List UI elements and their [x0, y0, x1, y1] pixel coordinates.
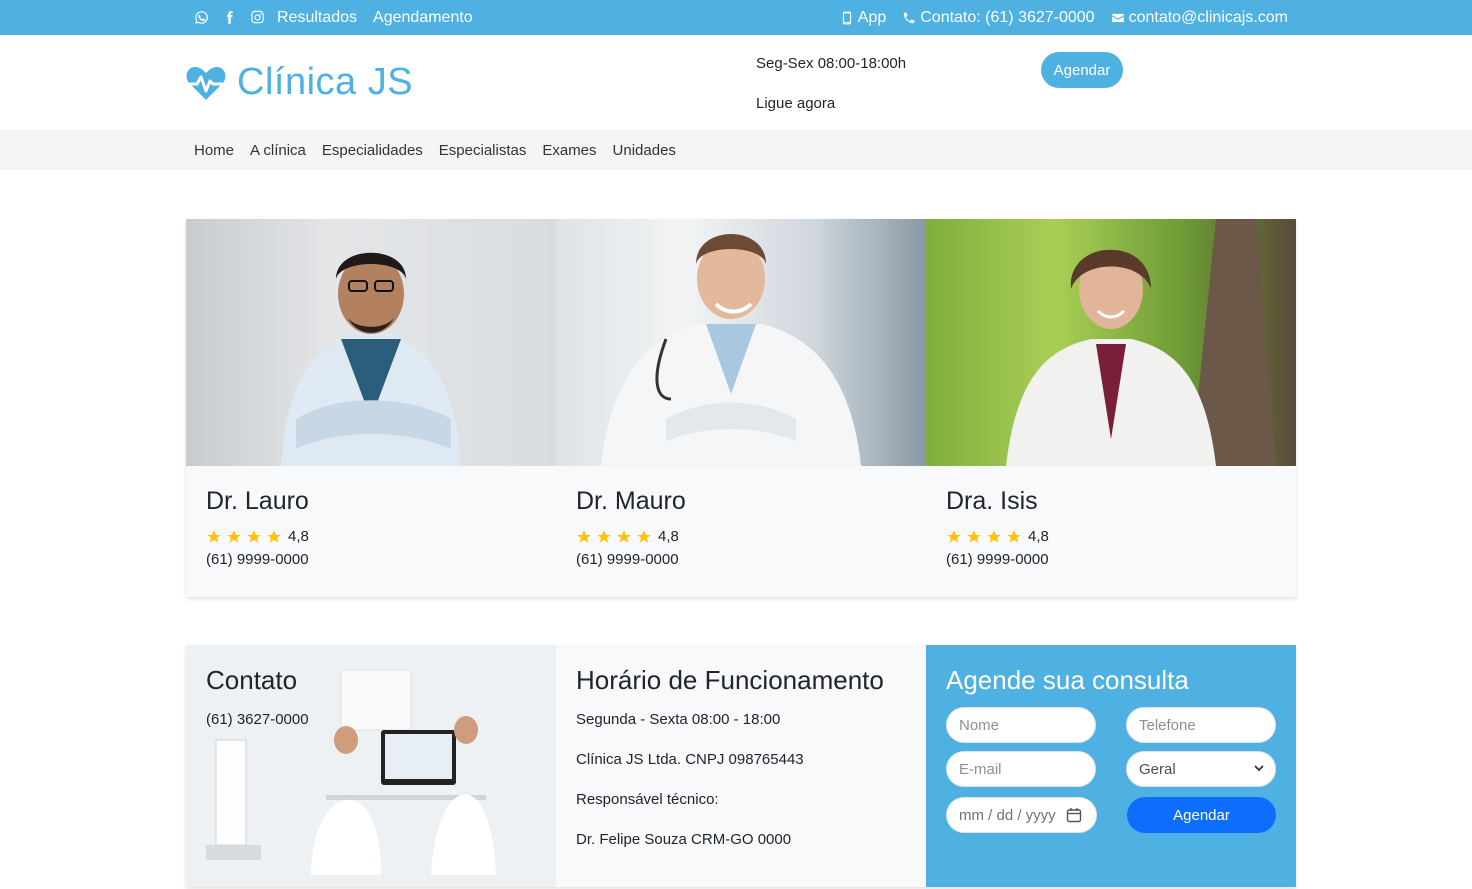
top-bar-right: App Contato: (61) 3627-0000 contato@clin…: [824, 0, 1288, 35]
contact-panel: Contato (61) 3627-0000: [186, 645, 556, 887]
instagram-icon[interactable]: [249, 10, 265, 26]
doctor-card[interactable]: Dr. Lauro 4,8 (61) 9999-0000: [186, 219, 556, 597]
mobile-icon: [842, 11, 851, 24]
top-bar: Resultados Agendamento App Contato: (61)…: [0, 0, 1472, 35]
top-link-agendamento[interactable]: Agendamento: [373, 9, 473, 27]
star-icon: [637, 529, 651, 543]
doctor-phone: (61) 9999-0000: [576, 551, 679, 568]
rating-value: 4,8: [658, 528, 679, 545]
doctor-photo: [926, 219, 1296, 466]
doctor-card[interactable]: Dr. Mauro 4,8 (61) 9999-0000: [556, 219, 926, 597]
doctor-name: Dra. Isis: [946, 487, 1038, 515]
star-icon: [207, 529, 221, 543]
top-app-link[interactable]: App: [840, 9, 886, 27]
responsible-label: Responsável técnico:: [576, 791, 719, 808]
doctor-photo: [556, 219, 926, 466]
hours-panel: Horário de Funcionamento Segunda - Sexta…: [556, 645, 926, 887]
star-icon: [597, 529, 611, 543]
doctor-cards: Dr. Lauro 4,8 (61) 9999-0000 Dr. Mauro 4…: [186, 219, 1296, 597]
star-icon: [947, 529, 961, 543]
phone-input[interactable]: Telefone: [1126, 707, 1276, 743]
date-placeholder: mm / dd / yyyy: [959, 806, 1056, 824]
top-contact-label: Contato: (61) 3627-0000: [920, 8, 1095, 26]
star-icon: [967, 529, 981, 543]
star-icon: [267, 529, 281, 543]
doctor-card[interactable]: Dra. Isis 4,8 (61) 9999-0000: [926, 219, 1296, 597]
doctor-rating: 4,8: [946, 528, 1049, 545]
doctor-info: Dra. Isis 4,8 (61) 9999-0000: [946, 487, 1049, 568]
form-title: Agende sua consulta: [946, 665, 1189, 695]
hours-line: Segunda - Sexta 08:00 - 18:00: [576, 711, 781, 728]
email-input[interactable]: E-mail: [946, 751, 1096, 787]
nav-item-especialidades[interactable]: Especialidades: [314, 142, 431, 159]
doctor-info: Dr. Mauro 4,8 (61) 9999-0000: [576, 487, 686, 568]
doctor-phone: (61) 9999-0000: [206, 551, 309, 568]
company-line: Clínica JS Ltda. CNPJ 098765443: [576, 751, 804, 768]
doctor-rating: 4,8: [576, 528, 686, 545]
top-link-resultados[interactable]: Resultados: [277, 9, 357, 27]
date-input[interactable]: mm / dd / yyyy: [946, 797, 1097, 833]
nav-item-exames[interactable]: Exames: [534, 142, 604, 159]
doctor-phone: (61) 9999-0000: [946, 551, 1049, 568]
hours-title: Horário de Funcionamento: [576, 665, 884, 695]
star-icon: [617, 529, 631, 543]
schedule-submit-button[interactable]: Agendar: [1127, 797, 1276, 833]
chevron-down-icon: [1254, 765, 1264, 772]
specialty-select-value: Geral: [1139, 760, 1176, 778]
responsible-name: Dr. Felipe Souza CRM-GO 0000: [576, 831, 792, 848]
nav-item-home[interactable]: Home: [186, 142, 242, 159]
top-email-link[interactable]: contato@clinicajs.com: [1111, 9, 1288, 27]
doctor-info: Dr. Lauro 4,8 (61) 9999-0000: [206, 487, 309, 568]
nav-item-clinica[interactable]: A clínica: [242, 142, 314, 159]
contact-phone: (61) 3627-0000: [206, 711, 309, 728]
schedule-form: Agende sua consulta Nome Telefone E-mail…: [926, 645, 1296, 887]
top-contact-link[interactable]: Contato: (61) 3627-0000: [902, 8, 1095, 27]
header-hours: Seg-Sex 08:00-18:00h: [756, 55, 907, 72]
top-app-label: App: [857, 8, 887, 26]
doctor-rating: 4,8: [206, 528, 309, 545]
top-email-label: contato@clinicajs.com: [1128, 8, 1288, 26]
whatsapp-icon[interactable]: [193, 10, 209, 26]
nav-item-unidades[interactable]: Unidades: [605, 142, 684, 159]
star-icon: [987, 529, 1001, 543]
contact-title: Contato: [206, 665, 298, 695]
calendar-icon[interactable]: [1066, 807, 1082, 823]
doctor-photo: [186, 219, 556, 466]
site-header: Clínica JS Seg-Sex 08:00-18:00h Ligue ag…: [0, 35, 1472, 130]
header-call[interactable]: Ligue agora: [756, 95, 835, 112]
doctor-name: Dr. Lauro: [206, 487, 309, 515]
name-input[interactable]: Nome: [946, 707, 1096, 743]
envelope-icon: [1111, 13, 1124, 22]
facebook-icon[interactable]: [221, 10, 237, 26]
header-schedule-button[interactable]: Agendar: [1041, 52, 1123, 88]
nav-item-especialistas[interactable]: Especialistas: [431, 142, 535, 159]
logo[interactable]: Clínica JS: [185, 61, 413, 104]
star-icon: [227, 529, 241, 543]
specialty-select[interactable]: Geral: [1126, 751, 1276, 787]
rating-value: 4,8: [1028, 528, 1049, 545]
star-icon: [577, 529, 591, 543]
phone-icon: [903, 12, 915, 23]
top-bar-left: Resultados Agendamento: [193, 0, 489, 35]
info-section: Contato (61) 3627-0000 Horário de Funcio…: [186, 645, 1296, 887]
doctor-name: Dr. Mauro: [576, 487, 686, 515]
brand-name: Clínica JS: [237, 61, 414, 103]
rating-value: 4,8: [288, 528, 309, 545]
star-icon: [1007, 529, 1021, 543]
main-nav: Home A clínica Especialidades Especialis…: [0, 130, 1472, 170]
star-icon: [247, 529, 261, 543]
heartbeat-icon: [185, 66, 227, 100]
